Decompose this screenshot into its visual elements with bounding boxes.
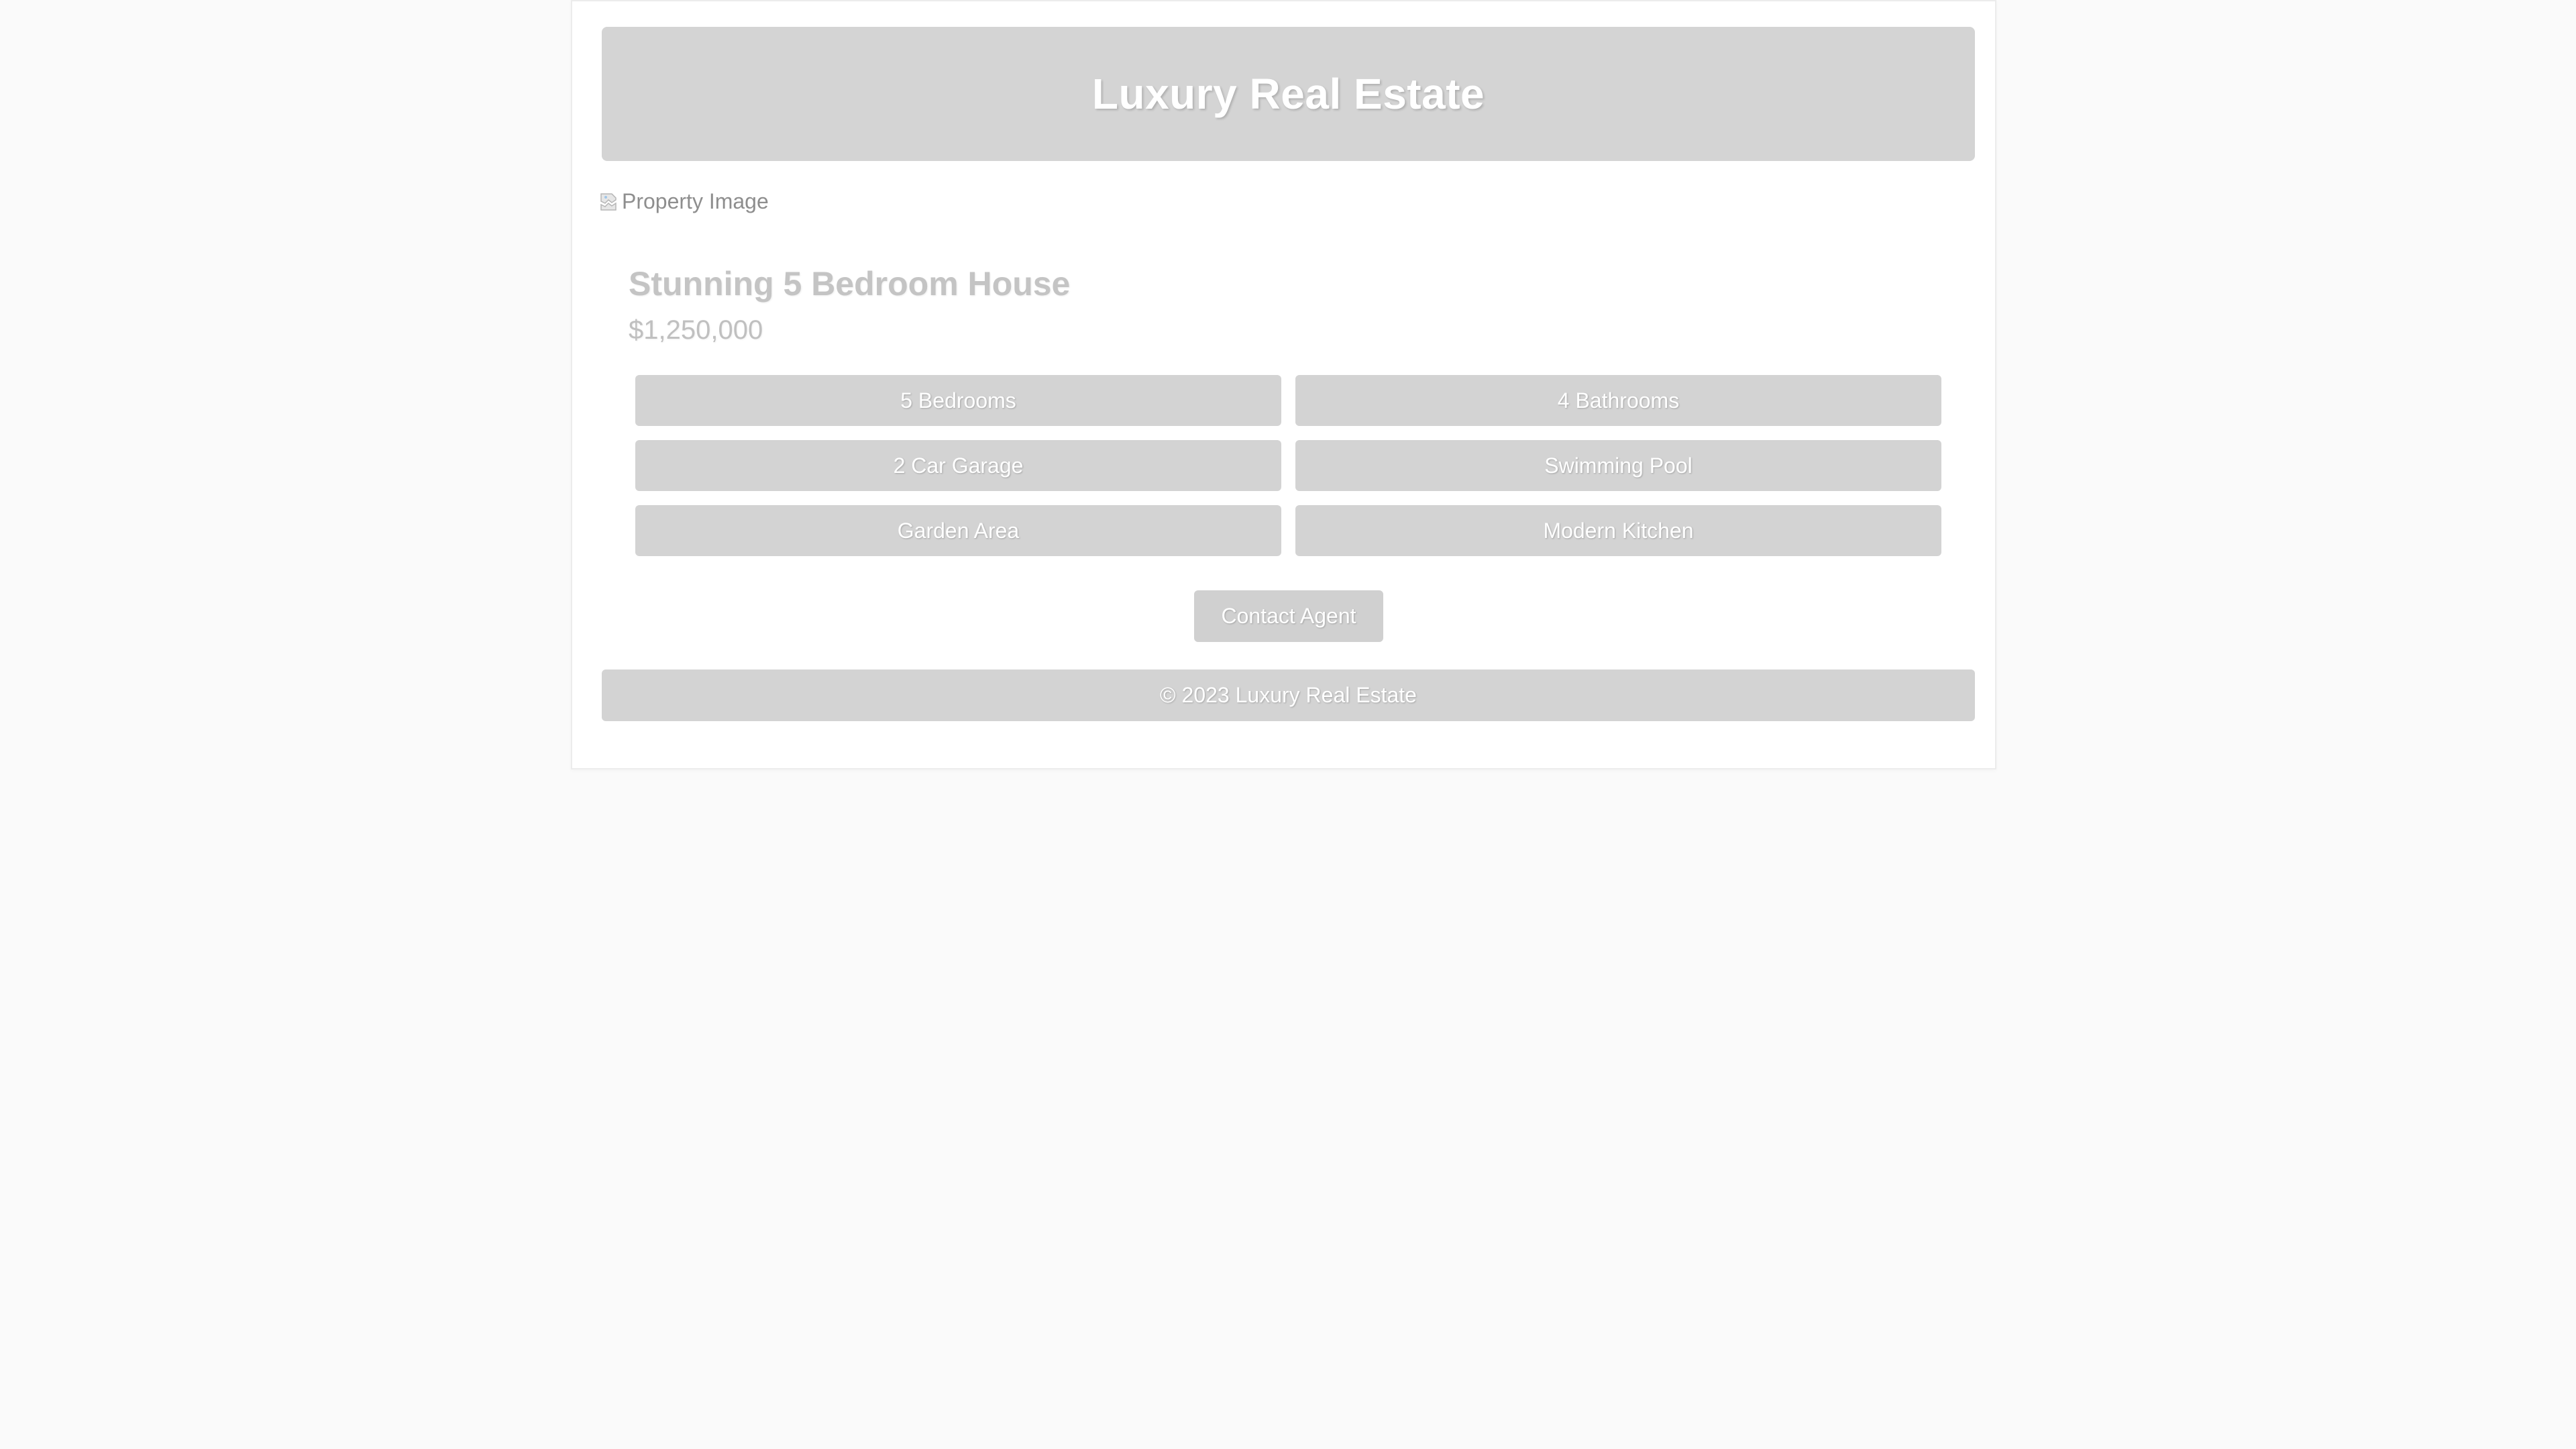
property-image: Property Image: [599, 184, 769, 219]
feature-grid: 5 Bedrooms 4 Bathrooms 2 Car Garage Swim…: [635, 375, 1941, 556]
listing-card: Luxury Real Estate Property Image Stunni…: [571, 0, 1996, 769]
feature-item: 2 Car Garage: [635, 440, 1281, 491]
contact-agent-button[interactable]: Contact Agent: [1194, 590, 1383, 642]
feature-item: Garden Area: [635, 505, 1281, 556]
feature-item: 5 Bedrooms: [635, 375, 1281, 426]
site-footer: © 2023 Luxury Real Estate: [602, 669, 1975, 721]
property-price: $1,250,000: [629, 315, 763, 345]
feature-item: Modern Kitchen: [1295, 505, 1941, 556]
page: Luxury Real Estate Property Image Stunni…: [0, 0, 2576, 1449]
footer-text: © 2023 Luxury Real Estate: [1160, 683, 1417, 707]
feature-item: 4 Bathrooms: [1295, 375, 1941, 426]
property-title: Stunning 5 Bedroom House: [629, 265, 1071, 303]
site-title: Luxury Real Estate: [1091, 70, 1485, 118]
site-header: Luxury Real Estate: [602, 27, 1975, 161]
property-image-alt: Property Image: [622, 189, 769, 213]
feature-item: Swimming Pool: [1295, 440, 1941, 491]
broken-image-icon: [599, 190, 619, 213]
